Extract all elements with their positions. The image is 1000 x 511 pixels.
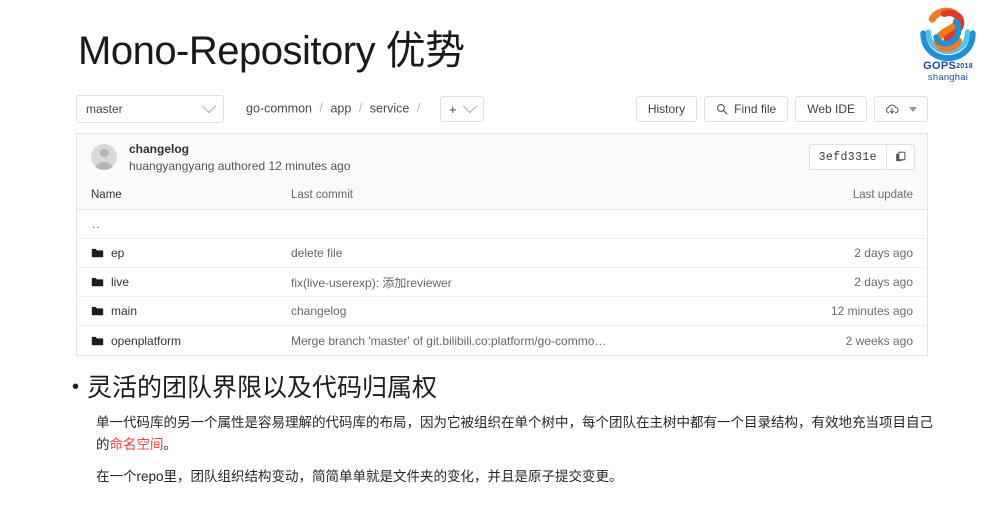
file-name-cell[interactable]: live: [91, 275, 291, 289]
repo-toolbar-left: master go-common / app / service / +: [76, 95, 484, 123]
folder-icon: [91, 248, 104, 258]
gops-logo-city: shanghai: [927, 72, 969, 83]
file-name-cell[interactable]: main: [91, 304, 291, 318]
gops-logo-mark: [920, 7, 976, 62]
table-row[interactable]: live fix(live-userexp): 添加reviewer 2 day…: [77, 268, 927, 297]
breadcrumb-item-1[interactable]: app: [330, 101, 351, 115]
avatar: [91, 144, 117, 170]
column-header-last-commit: Last commit: [291, 188, 353, 201]
history-button-label: History: [647, 102, 686, 116]
bullet-marker: •: [72, 376, 80, 398]
breadcrumb-separator: /: [416, 101, 421, 116]
gops-logo-year: 2018: [956, 63, 973, 70]
gops-logo-name: GOPS2018: [904, 61, 992, 72]
breadcrumb-separator: /: [358, 101, 363, 116]
file-name: live: [111, 275, 130, 289]
paragraph-1-highlight: 命名空间: [109, 437, 164, 452]
folder-icon: [91, 306, 104, 316]
bullet-paragraph-2: 在一个repo里，团队组织结构变动，简简单单就是文件夹的变化，并且是原子提交变更…: [96, 469, 623, 484]
folder-icon: [91, 336, 104, 345]
file-name-cell[interactable]: openplatform: [91, 334, 291, 348]
last-commit-message[interactable]: changelog: [129, 142, 351, 156]
download-button[interactable]: [874, 96, 928, 122]
file-table-header: Name Last commit Last update: [77, 180, 927, 210]
file-name: main: [111, 304, 138, 318]
breadcrumb-item-0[interactable]: go-common: [246, 101, 312, 115]
file-name: openplatform: [111, 333, 182, 348]
branch-selector[interactable]: master: [76, 95, 224, 123]
last-commit-meta: huangyangyang authored 12 minutes ago: [129, 158, 351, 173]
last-commit-cell[interactable]: changelog: [291, 304, 795, 318]
last-commit-info: changelog huangyangyang authored 12 minu…: [91, 142, 351, 173]
gops-logo: GOPS2018 shanghai: [904, 2, 992, 88]
commit-sha[interactable]: 3efd331e: [810, 145, 886, 169]
bullet-heading: • 灵活的团队界限以及代码归属权: [72, 372, 942, 403]
last-commit-cell[interactable]: Merge branch 'master' of git.bilibili.co…: [291, 334, 795, 348]
repo-toolbar: master go-common / app / service / + His…: [76, 94, 928, 124]
file-name: ep: [111, 246, 125, 260]
search-icon: [717, 103, 728, 115]
file-name-cell[interactable]: ep: [91, 246, 291, 260]
web-ide-button[interactable]: Web IDE: [795, 96, 867, 122]
chevron-down-icon: [201, 99, 217, 114]
table-row[interactable]: ep delete file 2 days ago: [77, 239, 927, 268]
last-update-cell: 2 days ago: [854, 275, 913, 289]
repository-browser: master go-common / app / service / + His…: [76, 94, 928, 356]
breadcrumb-item-2[interactable]: service: [370, 101, 410, 115]
last-update-cell: 2 days ago: [854, 246, 913, 260]
web-ide-button-label: Web IDE: [807, 102, 855, 116]
file-table: Name Last commit Last update .. ep delet…: [76, 180, 928, 356]
page-title: Mono-Repository 优势: [78, 29, 465, 73]
chevron-down-icon: [462, 99, 477, 114]
breadcrumb-separator: /: [319, 101, 323, 116]
parent-directory-link[interactable]: ..: [91, 217, 101, 231]
find-file-button[interactable]: Find file: [704, 96, 789, 122]
breadcrumb: go-common / app / service / +: [246, 96, 484, 122]
plus-icon: +: [449, 101, 457, 117]
last-commit-bar: changelog huangyangyang authored 12 minu…: [76, 133, 928, 180]
copy-icon[interactable]: [886, 145, 914, 169]
column-header-last-update: Last update: [852, 188, 913, 201]
history-button[interactable]: History: [635, 96, 698, 122]
column-header-name: Name: [91, 188, 122, 201]
bullet-heading-text: 灵活的团队界限以及代码归属权: [87, 374, 438, 402]
find-file-button-label: Find file: [734, 102, 777, 116]
table-row-parent[interactable]: ..: [77, 210, 927, 239]
repo-toolbar-right: History Find file Web IDE: [635, 96, 928, 122]
copy-icon-glyph: [895, 151, 905, 162]
paragraph-1-tail: 。: [163, 437, 178, 452]
bullet-section: • 灵活的团队界限以及代码归属权 单一代码库的另一个属性是容易理解的代码库的布局，…: [72, 372, 942, 488]
bullet-paragraph-1: 单一代码库的另一个属性是容易理解的代码库的布局，因为它被组织在单个树中，每个团队…: [96, 412, 942, 456]
last-update-cell: 2 weeks ago: [845, 333, 913, 348]
gops-logo-word: GOPS: [923, 60, 957, 72]
table-row[interactable]: main changelog 12 minutes ago: [77, 297, 927, 326]
last-update-cell: 12 minutes ago: [830, 304, 913, 318]
branch-selector-value: master: [86, 102, 123, 116]
last-commit-cell[interactable]: fix(live-userexp): 添加reviewer: [291, 274, 795, 291]
table-row[interactable]: openplatform Merge branch 'master' of gi…: [77, 326, 927, 355]
last-commit-texts: changelog huangyangyang authored 12 minu…: [129, 142, 351, 173]
add-to-tree-button[interactable]: +: [439, 96, 484, 122]
paragraph-1-text: 单一代码库的另一个属性是容易理解的代码库的布局，因为它被组织在单个树中，每个团队…: [96, 415, 933, 452]
chevron-down-icon: [909, 106, 917, 112]
last-commit-cell[interactable]: delete file: [291, 246, 795, 260]
folder-icon: [91, 277, 104, 287]
download-cloud-icon: [886, 103, 899, 114]
commit-sha-box: 3efd331e: [808, 144, 915, 170]
